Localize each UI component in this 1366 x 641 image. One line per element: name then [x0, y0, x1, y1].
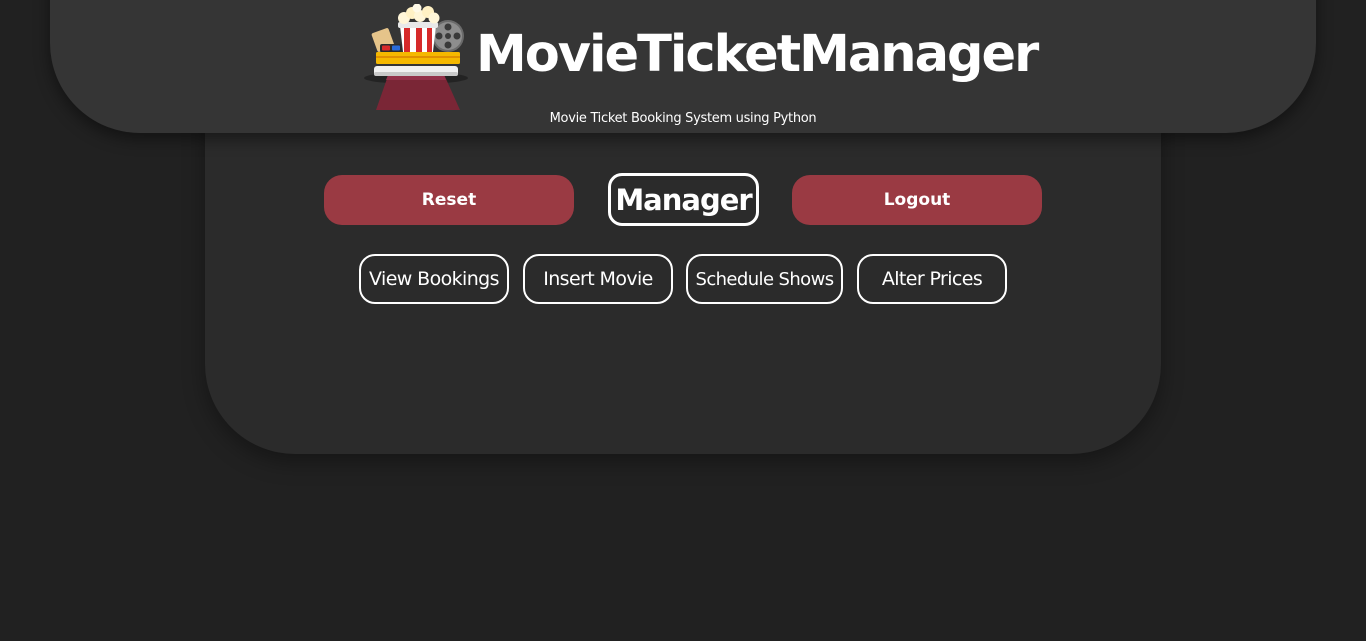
alter-prices-button[interactable]: Alter Prices: [857, 254, 1007, 304]
schedule-shows-button[interactable]: Schedule Shows: [686, 254, 843, 304]
insert-movie-button[interactable]: Insert Movie: [523, 254, 673, 304]
reset-button[interactable]: Reset: [324, 175, 574, 225]
role-badge: Manager: [608, 173, 759, 226]
logout-button[interactable]: Logout: [792, 175, 1042, 225]
cinema-popcorn-logo-icon: [364, 4, 468, 110]
app-root: MovieTicketManager Movie Ticket Booking …: [0, 0, 1366, 641]
app-subtitle: Movie Ticket Booking System using Python: [549, 111, 817, 126]
view-bookings-button[interactable]: View Bookings: [359, 254, 509, 304]
app-title: MovieTicketManager: [476, 25, 1039, 84]
